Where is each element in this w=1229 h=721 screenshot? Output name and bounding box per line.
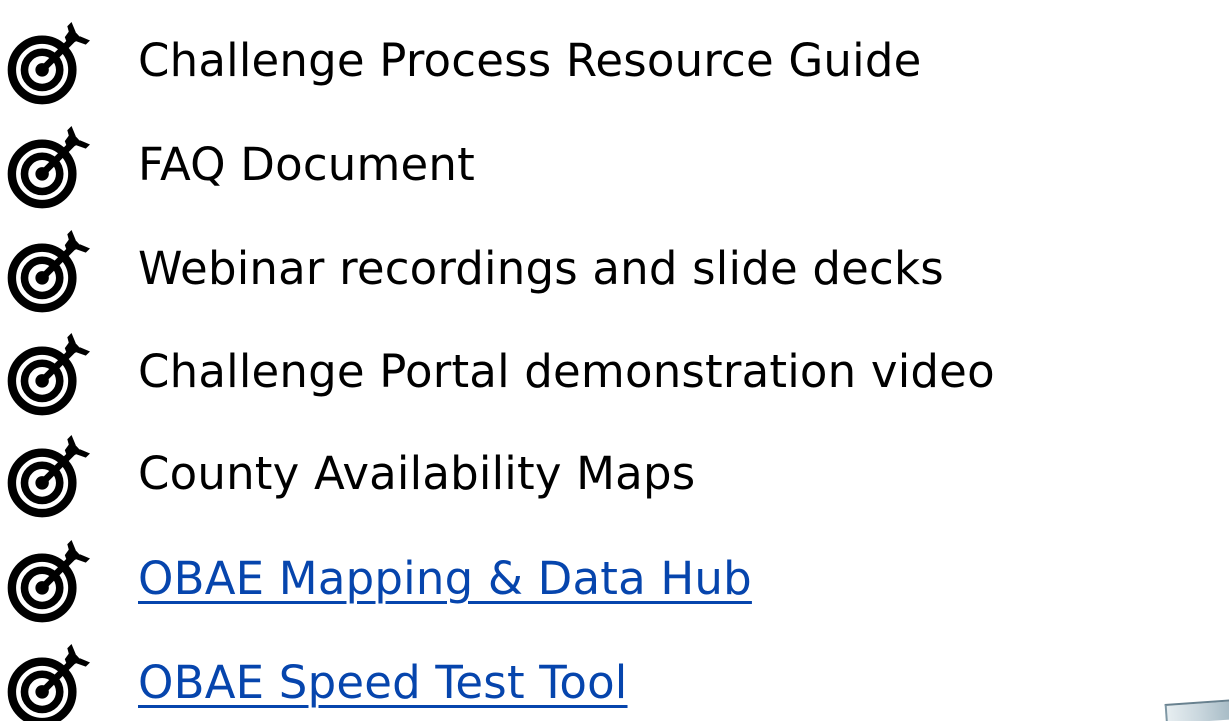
obae-speed-test-tool-link[interactable]: OBAE Speed Test Tool [138, 644, 628, 721]
resource-item-challenge-process-resource-guide: Challenge Process Resource Guide [0, 12, 1229, 105]
target-arrow-icon [7, 540, 90, 623]
resource-label: County Availability Maps [138, 447, 696, 500]
resource-item-speed-test-tool: OBAE Speed Test Tool [0, 634, 1229, 721]
resource-item-faq-document: FAQ Document [0, 116, 1229, 209]
resource-item-webinar-recordings: Webinar recordings and slide decks [0, 220, 1229, 313]
resource-item-portal-demo-video: Challenge Portal demonstration video [0, 323, 1229, 416]
target-arrow-icon [7, 435, 90, 518]
resource-label: Webinar recordings and slide decks [138, 242, 944, 295]
obae-mapping-data-hub-link[interactable]: OBAE Mapping & Data Hub [138, 540, 752, 618]
target-arrow-icon [7, 22, 90, 105]
resource-list: Challenge Process Resource Guide FAQ Doc… [0, 0, 1229, 721]
resource-item-mapping-data-hub: OBAE Mapping & Data Hub [0, 530, 1229, 623]
resource-label: FAQ Document [138, 138, 475, 191]
target-arrow-icon [7, 230, 90, 313]
target-arrow-icon [7, 126, 90, 209]
corner-image-fragment [1164, 699, 1229, 721]
resource-label: Challenge Process Resource Guide [138, 34, 922, 87]
resource-item-county-availability-maps: County Availability Maps [0, 425, 1229, 518]
target-arrow-icon [7, 644, 90, 721]
resource-label: Challenge Portal demonstration video [138, 345, 995, 398]
target-arrow-icon [7, 333, 90, 416]
